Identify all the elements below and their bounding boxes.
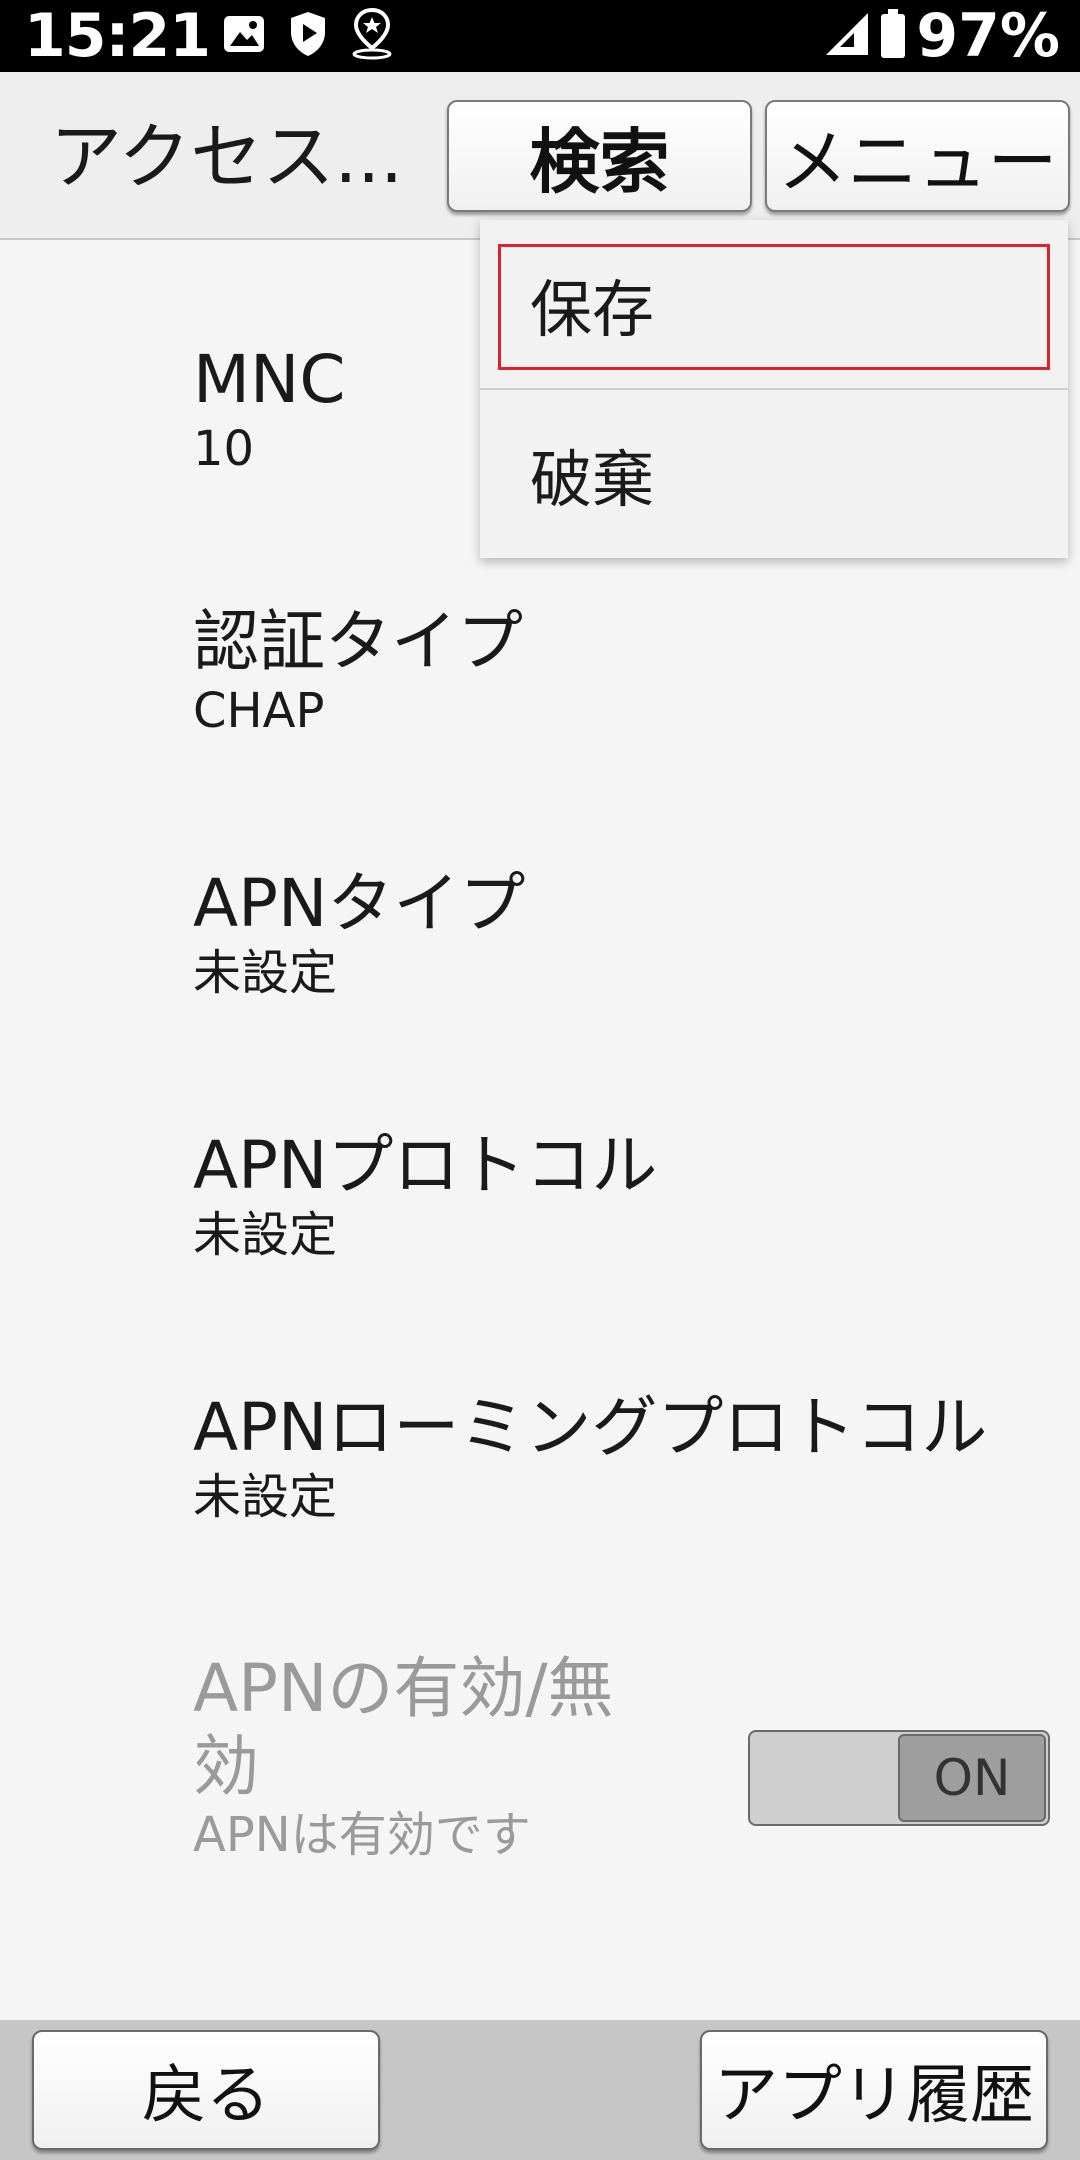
app-bar: アクセス... 検索 メニュー: [0, 72, 1080, 240]
status-icons-right: 97%: [824, 0, 1060, 72]
app-history-button[interactable]: アプリ履歴: [700, 2030, 1048, 2150]
battery-percent: 97%: [916, 1, 1060, 71]
status-icons-left: [222, 7, 394, 64]
location-pin-icon: [350, 7, 394, 64]
pref-summary: 未設定: [193, 1207, 338, 1263]
pref-item-apn-type[interactable]: APNタイプ 未設定: [193, 864, 1053, 1002]
menu-item-discard[interactable]: 破棄: [480, 390, 1068, 558]
status-bar: 15:21 97%: [0, 0, 1080, 72]
page-title: アクセス...: [50, 115, 404, 199]
battery-icon: [880, 9, 906, 63]
pref-summary: 未設定: [193, 945, 338, 1001]
pref-item-apn-protocol[interactable]: APNプロトコル 未設定: [193, 1126, 1053, 1264]
apn-enable-toggle: ON: [748, 1730, 1050, 1826]
image-icon: [222, 14, 266, 58]
focus-highlight: [498, 244, 1050, 370]
pref-title: APNプロトコル: [193, 1127, 658, 1204]
pref-title: APNローミングプロトコル: [193, 1389, 988, 1466]
bottom-nav-bar: 戻る アプリ履歴: [0, 2020, 1080, 2160]
back-button[interactable]: 戻る: [32, 2030, 380, 2150]
pref-item-auth-type[interactable]: 認証タイプ CHAP: [193, 602, 1053, 740]
overflow-menu: 保存 破棄: [480, 220, 1068, 558]
pref-summary: CHAP: [193, 683, 325, 739]
menu-button[interactable]: メニュー: [765, 100, 1070, 212]
search-button[interactable]: 検索: [447, 100, 752, 212]
pref-title: APNタイプ: [193, 865, 526, 942]
pref-title: APNの有効/無効: [193, 1650, 614, 1805]
signal-icon: [824, 11, 870, 61]
pref-item-apn-roaming-protocol[interactable]: APNローミングプロトコル 未設定: [193, 1388, 1053, 1526]
status-time: 15:21: [24, 1, 211, 71]
pref-title: 認証タイプ: [193, 603, 523, 680]
pref-summary: 未設定: [193, 1469, 338, 1525]
toggle-knob: ON: [898, 1734, 1046, 1822]
shield-icon: [288, 10, 328, 62]
